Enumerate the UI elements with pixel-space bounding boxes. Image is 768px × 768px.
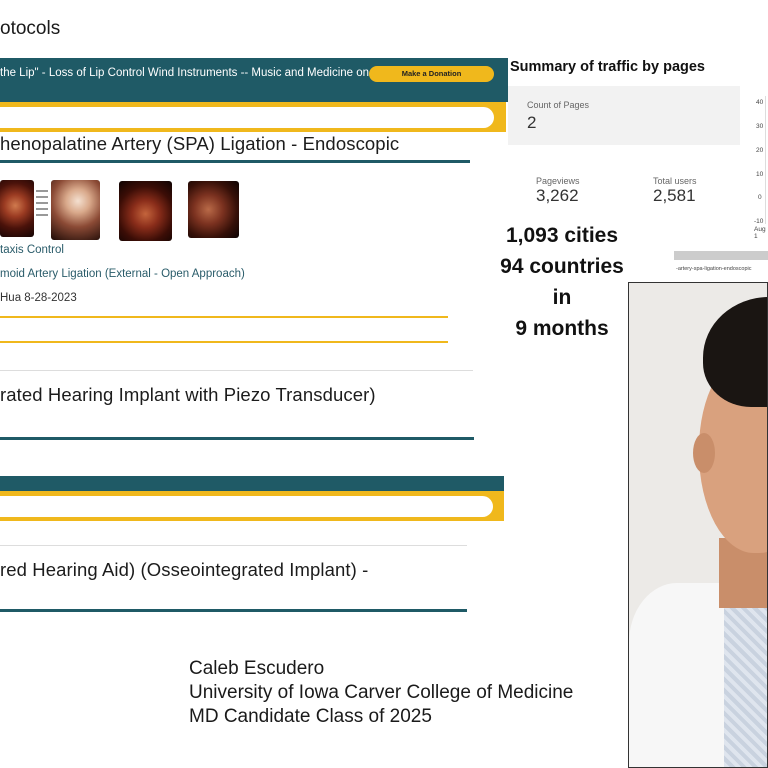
author-caption: Caleb Escudero University of Iowa Carver… xyxy=(189,657,573,729)
search-bar xyxy=(0,491,504,521)
page-heading: otocols xyxy=(0,18,61,39)
endoscopy-thumbnail[interactable] xyxy=(0,180,34,237)
chart-axis xyxy=(765,96,766,224)
article-title-baha[interactable]: red Hearing Aid) (Osseointegrated Implan… xyxy=(0,559,368,581)
author-date: Hua 8-28-2023 xyxy=(0,292,77,304)
pageviews-value: 3,262 xyxy=(536,186,579,205)
search-input[interactable] xyxy=(0,496,493,517)
cities-count: 1,093 cities xyxy=(505,224,619,247)
article-title-piezo[interactable]: rated Hearing Implant with Piezo Transdu… xyxy=(0,384,376,406)
count-of-pages-card: Count of Pages 2 xyxy=(508,86,740,145)
hair xyxy=(703,297,767,407)
traffic-summary-title: Summary of traffic by pages xyxy=(510,59,705,75)
ethmoid-link[interactable]: moid Artery Ligation (External - Open Ap… xyxy=(0,268,245,280)
count-label: Count of Pages xyxy=(527,100,590,110)
donate-button[interactable]: Make a Donation xyxy=(369,66,494,82)
epistaxis-link[interactable]: taxis Control xyxy=(0,244,64,256)
endoscopy-thumbnail[interactable] xyxy=(119,181,172,241)
banner-title-link[interactable]: the Lip" - Loss of Lip Control Wind Inst… xyxy=(0,67,369,79)
article-title-spa[interactable]: henopalatine Artery (SPA) Ligation - End… xyxy=(0,133,399,155)
search-bar xyxy=(0,102,506,132)
title-underline xyxy=(0,160,470,163)
countries-count: 94 countries xyxy=(500,255,624,278)
users-label: Total users xyxy=(653,176,697,186)
endoscopy-thumbnail[interactable] xyxy=(188,181,239,238)
author-school: University of Iowa Carver College of Med… xyxy=(189,682,574,703)
site-banner: the Lip" - Loss of Lip Control Wind Inst… xyxy=(0,58,508,102)
site-banner-collapsed xyxy=(0,476,504,491)
divider xyxy=(0,341,448,343)
count-value: 2 xyxy=(527,113,537,132)
title-underline xyxy=(0,437,474,440)
divider xyxy=(0,316,448,318)
y-tick: 0 xyxy=(758,194,762,201)
y-tick: -10 xyxy=(754,218,764,225)
users-value: 2,581 xyxy=(653,186,696,205)
pageviews-label: Pageviews xyxy=(536,176,580,186)
page-url[interactable]: -artery-spa-ligation-endoscopic xyxy=(676,266,752,272)
portrait-photo xyxy=(628,282,768,768)
table-scrollbar[interactable] xyxy=(674,251,768,260)
search-input[interactable] xyxy=(0,107,494,128)
months-count: 9 months xyxy=(515,317,609,340)
author-program: MD Candidate Class of 2025 xyxy=(189,706,432,727)
x-tick: Aug 1 xyxy=(754,226,766,240)
reach-stats: 1,093 cities 94 countries in 9 months xyxy=(497,220,627,344)
endoscopy-thumbnail[interactable] xyxy=(51,180,100,240)
in-word: in xyxy=(552,286,572,309)
y-tick: 20 xyxy=(756,147,764,154)
y-tick: 10 xyxy=(756,171,764,178)
title-underline xyxy=(0,609,467,612)
divider xyxy=(0,545,467,546)
thumbnail-caption xyxy=(36,190,48,220)
ear xyxy=(693,433,715,473)
y-tick: 40 xyxy=(756,99,764,106)
shirt xyxy=(724,598,767,767)
divider xyxy=(0,370,473,371)
y-tick: 30 xyxy=(756,123,764,130)
author-name: Caleb Escudero xyxy=(189,658,325,679)
